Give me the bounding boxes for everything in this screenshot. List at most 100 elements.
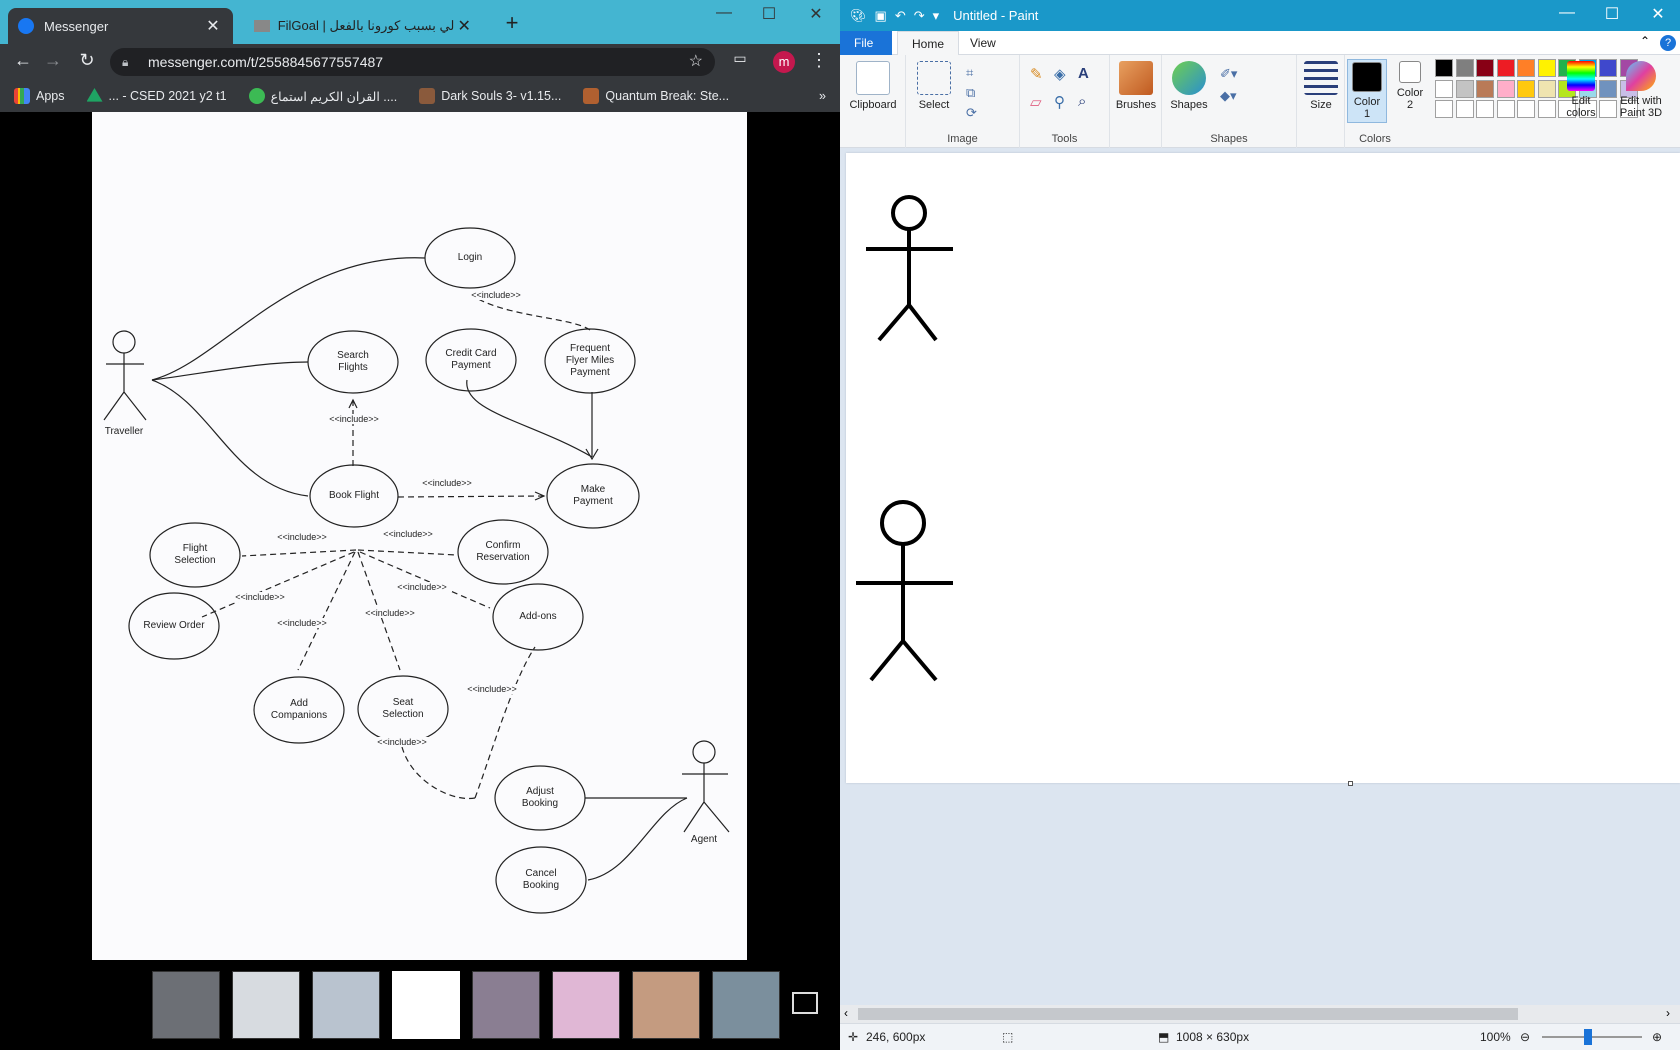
use-case-label: Adjust Booking (521, 786, 559, 809)
minimize-icon[interactable]: — (1555, 4, 1579, 22)
canvas-size-icon: ⬒ (1158, 1030, 1170, 1044)
palette-swatch[interactable] (1455, 59, 1474, 77)
save-icon[interactable]: ▣ (875, 8, 887, 24)
zoom-slider[interactable] (1542, 1036, 1642, 1038)
bookmark-dark-souls[interactable]: Dark Souls 3- v1.15... (419, 88, 561, 104)
palette-swatch[interactable] (1517, 100, 1535, 118)
menu-kebab-icon[interactable]: ⋮ (806, 50, 832, 71)
horizontal-scrollbar[interactable]: ‹ › (840, 1005, 1680, 1023)
clipboard-button[interactable]: Clipboard (845, 61, 901, 111)
forward-icon[interactable]: → (40, 50, 66, 71)
palette-swatch[interactable] (1517, 79, 1535, 98)
rotate-icon[interactable]: ⟳ (966, 103, 977, 123)
back-icon[interactable]: ← (10, 50, 36, 71)
tab-messenger[interactable]: Messenger ✕ (8, 8, 233, 44)
close-tab-icon[interactable]: ✕ (203, 16, 223, 36)
text-icon[interactable]: A (1078, 65, 1102, 83)
minimize-icon[interactable]: — (712, 4, 736, 22)
color2-button[interactable]: Color 2 (1391, 61, 1429, 111)
close-tab-icon[interactable]: ✕ (454, 16, 474, 36)
select-button[interactable]: Select (910, 61, 958, 111)
bookmark-apps[interactable]: Apps (14, 88, 65, 104)
gallery-icon[interactable] (792, 992, 818, 1014)
include-label: <<include>> (466, 290, 526, 300)
thumbnail-selected[interactable] (392, 971, 460, 1039)
ribbon-tabs: File Home View ⌃ ? (840, 31, 1680, 55)
palette-swatch[interactable] (1435, 100, 1453, 118)
help-icon[interactable]: ? (1660, 35, 1676, 51)
crop-icon[interactable]: ⌗ (966, 63, 977, 83)
zoom-slider-thumb[interactable] (1584, 1029, 1592, 1045)
brushes-button[interactable]: Brushes (1112, 61, 1160, 111)
avatar[interactable]: m (773, 51, 795, 73)
eraser-icon[interactable]: ▱ (1030, 93, 1054, 111)
color-picker-icon[interactable]: ⚲ (1054, 93, 1078, 111)
palette-swatch[interactable] (1476, 100, 1494, 118)
maximize-icon[interactable]: ☐ (1600, 4, 1624, 24)
edit-colors-button[interactable]: Edit colors (1561, 61, 1601, 119)
palette-swatch[interactable] (1537, 79, 1556, 98)
palette-swatch[interactable] (1496, 59, 1515, 77)
shapes-button[interactable]: Shapes (1164, 61, 1214, 111)
cast-icon[interactable]: ▭ (727, 50, 753, 67)
scrollbar-thumb[interactable] (858, 1008, 1518, 1020)
canvas-resize-handle[interactable] (1348, 781, 1353, 786)
bookmark-star-icon[interactable]: ☆ (689, 48, 703, 76)
palette-swatch[interactable] (1476, 59, 1494, 77)
selection-size-icon: ⬚ (1002, 1030, 1014, 1044)
palette-swatch[interactable] (1435, 59, 1453, 77)
thumbnail[interactable] (312, 971, 380, 1039)
reload-icon[interactable]: ↻ (74, 50, 100, 71)
palette-swatch[interactable] (1517, 59, 1535, 77)
status-bar: ✛ 246, 600px ⬚ ⬒ 1008 × 630px 100% ⊖ ⊕ (840, 1023, 1680, 1050)
tab-view[interactable]: View (956, 31, 1010, 55)
redo-icon[interactable]: ↷ (914, 8, 925, 24)
color1-button[interactable]: Color 1 (1347, 59, 1387, 123)
scroll-left-icon[interactable]: ‹ (844, 1006, 848, 1020)
palette-swatch[interactable] (1496, 79, 1515, 98)
fill-icon[interactable]: ◆▾ (1220, 85, 1237, 107)
palette-swatch[interactable] (1455, 100, 1474, 118)
zoom-in-icon[interactable]: ⊕ (1652, 1030, 1662, 1044)
collapse-ribbon-icon[interactable]: ⌃ (1640, 34, 1650, 48)
tab-filgoal[interactable]: FilGoal | تالي بسبب كورونا بالفعل ✕ (244, 8, 484, 44)
thumbnail[interactable] (552, 971, 620, 1039)
fill-bucket-icon[interactable]: ◈ (1054, 65, 1078, 83)
resize-icon[interactable]: ⧉ (966, 83, 977, 103)
undo-icon[interactable]: ↶ (895, 8, 906, 24)
maximize-icon[interactable]: ☐ (757, 4, 781, 24)
address-bar[interactable]: 🔒︎ messenger.com/t/2558845677557487 ☆ (110, 48, 715, 76)
paint3d-button[interactable]: Edit with Paint 3D (1611, 61, 1671, 119)
tab-file[interactable]: File (840, 31, 892, 55)
thumbnail[interactable] (152, 971, 220, 1039)
palette-swatch[interactable] (1537, 100, 1556, 118)
include-label: <<include>> (417, 478, 477, 488)
palette-swatch[interactable] (1496, 100, 1515, 118)
thumbnail[interactable] (232, 971, 300, 1039)
pencil-icon[interactable]: ✎ (1030, 65, 1054, 83)
palette-swatch[interactable] (1435, 79, 1453, 98)
palette-swatch[interactable] (1476, 79, 1494, 98)
magnifier-icon[interactable]: ⌕ (1078, 93, 1102, 111)
close-window-icon[interactable]: ✕ (1646, 4, 1670, 24)
palette-swatch[interactable] (1455, 79, 1474, 98)
tab-home[interactable]: Home (897, 31, 960, 55)
outline-icon[interactable]: ✐▾ (1220, 63, 1237, 85)
size-button[interactable]: Size (1299, 61, 1343, 111)
drawing-canvas[interactable] (846, 153, 1680, 783)
thumbnail[interactable] (712, 971, 780, 1039)
game-thumbnail-icon (583, 88, 600, 104)
thumbnail[interactable] (632, 971, 700, 1039)
chevron-double-right-icon[interactable]: » (819, 89, 826, 103)
customize-dropdown-icon[interactable]: ▾ (933, 8, 940, 24)
bookmark-quran[interactable]: القران الكريم استماع .... (248, 88, 397, 104)
close-window-icon[interactable]: ✕ (804, 4, 828, 24)
palette-swatch[interactable] (1537, 59, 1556, 77)
bookmark-quantum-break[interactable]: Quantum Break: Ste... (583, 88, 729, 104)
bookmark-csed[interactable]: ... - CSED 2021 y2 t1 (86, 88, 227, 104)
zoom-out-icon[interactable]: ⊖ (1520, 1030, 1530, 1044)
stick-figure-drawing (856, 500, 953, 682)
scroll-right-icon[interactable]: › (1666, 1006, 1670, 1020)
new-tab-icon[interactable]: + (500, 10, 524, 36)
thumbnail[interactable] (472, 971, 540, 1039)
